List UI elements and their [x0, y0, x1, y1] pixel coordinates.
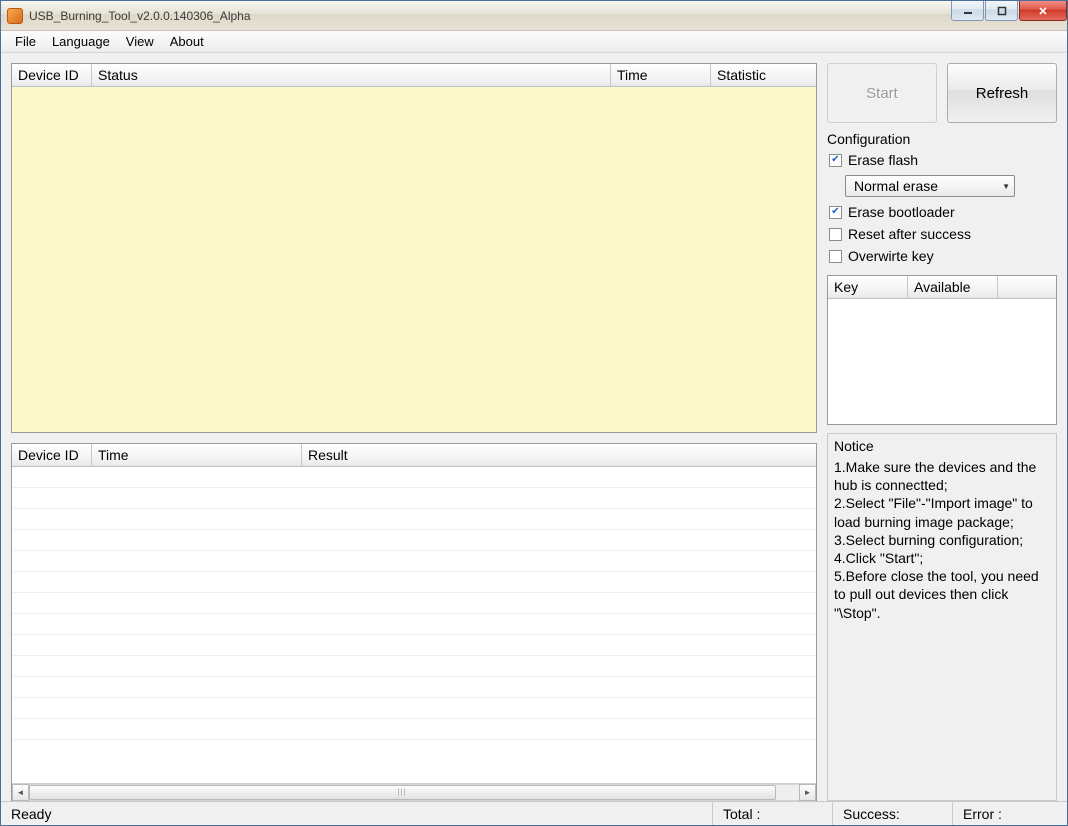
col-result-time[interactable]: Time [92, 444, 302, 466]
menu-language[interactable]: Language [44, 32, 118, 51]
action-buttons: Start Refresh [827, 63, 1057, 123]
notice-body: 1.Make sure the devices and the hub is c… [834, 458, 1050, 622]
table-row [12, 698, 816, 719]
table-row [12, 572, 816, 593]
status-success: Success: [832, 802, 952, 825]
table-row [12, 530, 816, 551]
erase-mode-combo[interactable]: Normal erase ▼ [845, 175, 1015, 197]
close-icon [1038, 6, 1048, 16]
table-row [12, 467, 816, 488]
menu-about[interactable]: About [162, 32, 212, 51]
horizontal-scrollbar[interactable]: ◄ ► [12, 783, 816, 800]
key-table-header: Key Available [828, 276, 1056, 299]
scroll-track[interactable] [29, 784, 799, 801]
device-status-header: Device ID Status Time Statistic [12, 64, 816, 87]
col-result-result[interactable]: Result [302, 444, 816, 466]
minimize-button[interactable] [951, 1, 984, 21]
table-row [12, 509, 816, 530]
erase-bootloader-row[interactable]: Erase bootloader [827, 201, 1057, 223]
window-buttons [950, 1, 1067, 21]
table-row [12, 677, 816, 698]
table-row [12, 635, 816, 656]
status-ready: Ready [1, 802, 712, 825]
col-key-spacer [998, 276, 1056, 298]
reset-after-success-checkbox[interactable] [829, 228, 842, 241]
statusbar: Ready Total : Success: Error : [1, 801, 1067, 825]
overwrite-key-row[interactable]: Overwirte key [827, 245, 1057, 267]
col-status[interactable]: Status [92, 64, 611, 86]
col-key[interactable]: Key [828, 276, 908, 298]
col-device-id[interactable]: Device ID [12, 64, 92, 86]
device-status-body [12, 87, 816, 432]
table-row [12, 719, 816, 740]
result-body [12, 467, 816, 783]
overwrite-key-label: Overwirte key [848, 248, 934, 264]
notice-box: Notice 1.Make sure the devices and the h… [827, 433, 1057, 801]
erase-bootloader-label: Erase bootloader [848, 204, 955, 220]
erase-flash-row[interactable]: Erase flash [827, 149, 1057, 171]
minimize-icon [963, 6, 973, 16]
menu-view[interactable]: View [118, 32, 162, 51]
status-total: Total : [712, 802, 832, 825]
left-column: Device ID Status Time Statistic Device I… [11, 63, 817, 801]
scroll-left-button[interactable]: ◄ [12, 784, 29, 801]
maximize-icon [997, 6, 1007, 16]
key-table-body [828, 299, 1056, 424]
table-row [12, 488, 816, 509]
notice-title: Notice [834, 438, 1050, 454]
window-title: USB_Burning_Tool_v2.0.0.140306_Alpha [29, 9, 251, 23]
overwrite-key-checkbox[interactable] [829, 250, 842, 263]
table-row [12, 614, 816, 635]
titlebar: USB_Burning_Tool_v2.0.0.140306_Alpha [1, 1, 1067, 31]
erase-bootloader-checkbox[interactable] [829, 206, 842, 219]
scroll-thumb[interactable] [29, 785, 776, 800]
result-table[interactable]: Device ID Time Result [11, 443, 817, 801]
col-available[interactable]: Available [908, 276, 998, 298]
key-table[interactable]: Key Available [827, 275, 1057, 425]
col-statistic[interactable]: Statistic [711, 64, 816, 86]
refresh-button[interactable]: Refresh [947, 63, 1057, 123]
table-row [12, 593, 816, 614]
scroll-right-button[interactable]: ► [799, 784, 816, 801]
configuration-title: Configuration [827, 131, 1057, 147]
erase-flash-label: Erase flash [848, 152, 918, 168]
col-time[interactable]: Time [611, 64, 711, 86]
table-row [12, 551, 816, 572]
maximize-button[interactable] [985, 1, 1018, 21]
configuration-group: Configuration Erase flash Normal erase ▼… [827, 131, 1057, 267]
device-status-table[interactable]: Device ID Status Time Statistic [11, 63, 817, 433]
app-icon [7, 8, 23, 24]
erase-mode-value: Normal erase [854, 178, 938, 194]
reset-after-success-row[interactable]: Reset after success [827, 223, 1057, 245]
chevron-down-icon: ▼ [1002, 182, 1010, 191]
app-window: USB_Burning_Tool_v2.0.0.140306_Alpha Fil… [0, 0, 1068, 826]
erase-flash-checkbox[interactable] [829, 154, 842, 167]
status-error: Error : [952, 802, 1067, 825]
close-button[interactable] [1019, 1, 1067, 21]
menu-file[interactable]: File [7, 32, 44, 51]
client-area: Device ID Status Time Statistic Device I… [1, 53, 1067, 801]
start-button[interactable]: Start [827, 63, 937, 123]
result-header: Device ID Time Result [12, 444, 816, 467]
result-area: Device ID Time Result [11, 443, 817, 801]
table-row [12, 656, 816, 677]
reset-after-success-label: Reset after success [848, 226, 971, 242]
menubar: File Language View About [1, 31, 1067, 53]
col-result-device-id[interactable]: Device ID [12, 444, 92, 466]
right-column: Start Refresh Configuration Erase flash … [827, 63, 1057, 801]
